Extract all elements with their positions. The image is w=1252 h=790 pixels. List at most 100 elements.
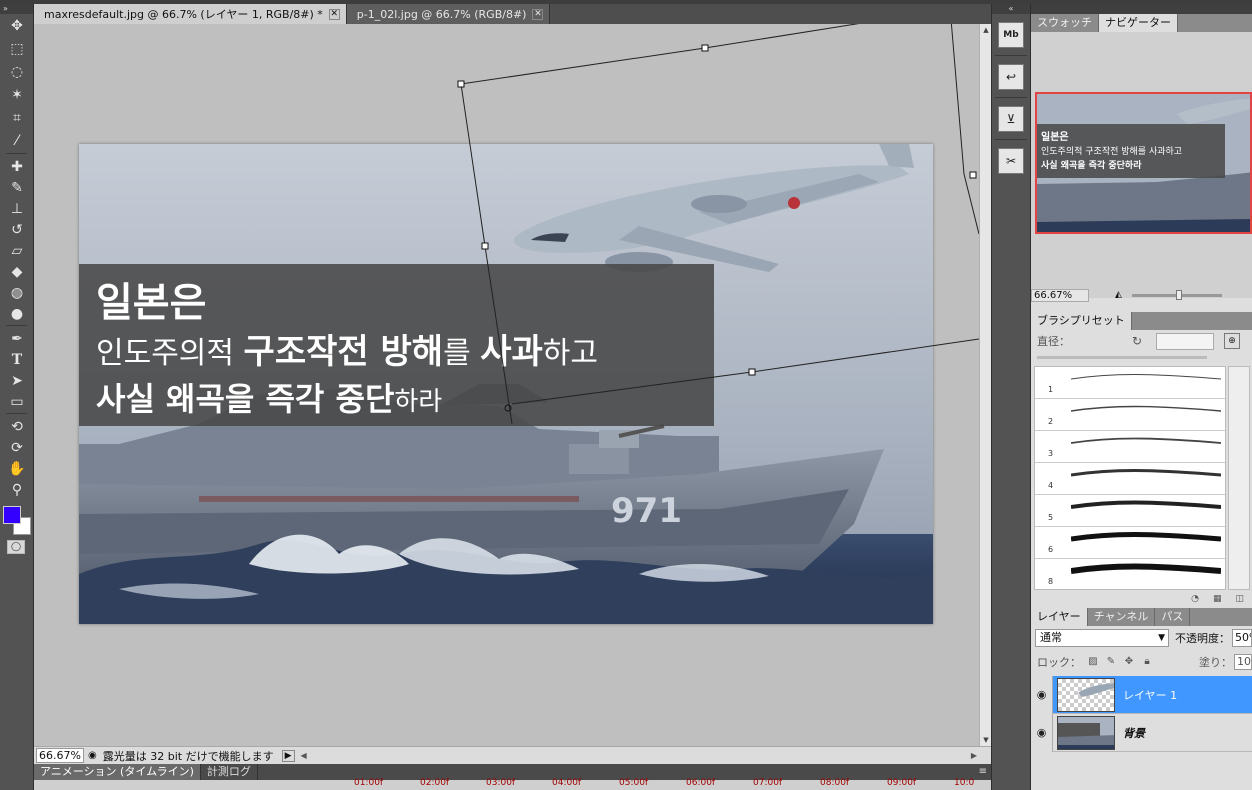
transform-handle[interactable] [969, 171, 977, 179]
tab-maxresdefault[interactable]: maxresdefault.jpg @ 66.7% (レイヤー 1, RGB/8… [34, 4, 347, 24]
tab-layers[interactable]: レイヤー [1031, 608, 1088, 626]
transform-handle[interactable] [481, 242, 489, 250]
layer-name[interactable]: レイヤー 1 [1123, 687, 1177, 703]
clone-stamp-tool-icon[interactable]: ⊥ [5, 199, 29, 219]
list-item[interactable]: 8 [1035, 559, 1225, 591]
dock-grip[interactable]: « [992, 4, 1030, 14]
nav-caption-line-2: 인도주의적 구조작전 방해를 사과하고 [1041, 145, 1182, 157]
navigator-zoom-field[interactable]: 66.67% [1031, 288, 1089, 302]
tab-p-1-02l[interactable]: p-1_02l.jpg @ 66.7% (RGB/8#) ✕ [346, 4, 551, 24]
close-icon[interactable]: ✕ [328, 8, 340, 20]
eye-icon[interactable]: ◉ [1031, 713, 1053, 752]
brush-list-scrollbar[interactable] [1228, 366, 1250, 590]
history-brush-tool-icon[interactable]: ↺ [5, 220, 29, 240]
transform-bounding-box[interactable] [34, 24, 979, 746]
zoom-out-icon[interactable]: ◭ [1115, 290, 1122, 300]
3d-orbit-tool-icon[interactable]: ⟳ [5, 438, 29, 458]
vertical-scrollbar[interactable]: ▲ ▼ [979, 24, 991, 746]
brush-tool-icon[interactable]: ✎ [5, 178, 29, 198]
eraser-tool-icon[interactable]: ▱ [5, 241, 29, 261]
lock-all-icon[interactable]: 🔒︎ [1141, 656, 1153, 668]
close-icon[interactable]: ✕ [532, 8, 544, 20]
clone-source-icon[interactable]: ⊻ [998, 106, 1024, 132]
chevron-down-icon: ▼ [1158, 633, 1165, 643]
crop-tool-icon[interactable]: ⌗ [5, 107, 29, 129]
blend-mode-select[interactable]: 通常 ▼ [1035, 629, 1169, 647]
status-info-icon[interactable]: ◉ [88, 750, 97, 761]
hscroll-right-icon[interactable]: ▶ [971, 751, 977, 760]
timeline-tick: 10:0 [954, 778, 975, 788]
transform-pivot[interactable] [504, 404, 512, 412]
eyedropper-tool-icon[interactable]: ⁄ [5, 130, 29, 152]
reset-diameter-icon[interactable]: ↻ [1132, 334, 1142, 348]
lock-image-icon[interactable]: ✎ [1105, 656, 1117, 668]
list-item[interactable]: 5 [1035, 495, 1225, 527]
type-tool-icon[interactable]: T [5, 350, 29, 370]
rectangle-tool-icon[interactable]: ▭ [5, 392, 29, 412]
layer-row[interactable]: ◉ 背景 [1031, 713, 1252, 752]
new-preset-icon[interactable]: ◫ [1235, 594, 1244, 604]
blur-tool-icon[interactable]: ◍ [5, 283, 29, 303]
eye-icon[interactable]: ◉ [1031, 675, 1053, 714]
path-selection-tool-icon[interactable]: ➤ [5, 371, 29, 391]
transform-handle[interactable] [748, 368, 756, 376]
lock-position-icon[interactable]: ✥ [1123, 656, 1135, 668]
panel-dock: « Mb ↩ ⊻ ✂ [991, 4, 1031, 790]
healing-brush-tool-icon[interactable]: ✚ [5, 157, 29, 177]
list-item[interactable]: 3 [1035, 431, 1225, 463]
transform-handle[interactable] [457, 80, 465, 88]
tab-paths[interactable]: パス [1155, 608, 1191, 626]
quick-mask-icon[interactable]: ◯ [7, 540, 25, 554]
layers-tabs: レイヤー チャンネル パス [1031, 608, 1252, 626]
zoom-tool-icon[interactable]: ⚲ [5, 480, 29, 500]
zoom-level-field[interactable]: 66.67% [36, 748, 84, 763]
navigator-zoom-slider[interactable] [1131, 289, 1222, 300]
mini-bridge-icon[interactable]: Mb [998, 22, 1024, 48]
list-item[interactable]: 6 [1035, 527, 1225, 559]
transform-handle[interactable] [701, 44, 709, 52]
foreground-color-swatch[interactable] [3, 506, 21, 524]
paint-bucket-tool-icon[interactable]: ◆ [5, 262, 29, 282]
timeline-tick: 07:00f [753, 778, 783, 788]
tab-swatches[interactable]: スウォッチ [1031, 14, 1099, 32]
move-tool-icon[interactable]: ✥ [5, 15, 29, 37]
timeline-ruler[interactable]: 01:00f 02:00f 03:00f 04:00f 05:00f 06:00… [34, 778, 991, 790]
pen-tool-icon[interactable]: ✒ [5, 329, 29, 349]
tab-animation-timeline[interactable]: アニメーション (タイムライン) [34, 764, 201, 780]
list-item[interactable]: 2 [1035, 399, 1225, 431]
brush-grid-icon[interactable]: ▦ [1213, 594, 1222, 604]
hand-tool-icon[interactable]: ✋ [5, 459, 29, 479]
tab-channels[interactable]: チャンネル [1088, 608, 1156, 626]
toggle-brush-panel-icon[interactable]: ◔ [1191, 594, 1199, 604]
diameter-field[interactable] [1156, 332, 1215, 350]
tool-presets-icon[interactable]: ✂ [998, 148, 1024, 174]
tab-brush-presets[interactable]: ブラシプリセット [1031, 312, 1132, 330]
brush-presets-panel: ブラシプリセット 直径： ↻ ⊕ 1 2 3 4 5 6 8 ◔ ▦ ◫ [1031, 312, 1252, 612]
diameter-slider[interactable] [1037, 356, 1207, 359]
new-brush-preset-icon[interactable]: ⊕ [1224, 333, 1241, 349]
3d-rotate-tool-icon[interactable]: ⟲ [5, 417, 29, 437]
timeline-tick: 01:00f [354, 778, 384, 788]
canvas-area[interactable]: 971 일본은 인도주의적 구조작전 방해를 사과하고 사실 왜곡을 즉각 중단… [34, 24, 979, 746]
lasso-tool-icon[interactable]: ◌ [5, 61, 29, 83]
panel-menu-icon[interactable]: ≡ [979, 764, 987, 780]
tab-navigator[interactable]: ナビゲーター [1099, 14, 1178, 32]
list-item[interactable]: 4 [1035, 463, 1225, 495]
panel-grip[interactable] [1031, 4, 1252, 14]
tab-measurement-log[interactable]: 計測ログ [201, 764, 258, 780]
layer-row[interactable]: ◉ レイヤー 1 [1031, 675, 1252, 714]
navigator-slider-knob[interactable] [1175, 289, 1182, 300]
navigator-preview[interactable]: 일본은 인도주의적 구조작전 방해를 사과하고 사실 왜곡을 즉각 중단하라 [1035, 92, 1252, 234]
layer-name[interactable]: 背景 [1123, 725, 1145, 741]
toolbar-grip[interactable]: » [0, 4, 33, 14]
list-item[interactable]: 1 [1035, 367, 1225, 399]
hscroll-left-icon[interactable]: ◀ [301, 751, 307, 760]
status-menu-arrow-icon[interactable]: ▶ [281, 749, 295, 762]
history-icon[interactable]: ↩ [998, 64, 1024, 90]
fill-field[interactable]: 100% [1234, 654, 1252, 670]
lock-transparent-icon[interactable]: ▨ [1087, 656, 1099, 668]
magic-wand-tool-icon[interactable]: ✶ [5, 84, 29, 106]
dodge-tool-icon[interactable]: ● [5, 304, 29, 324]
opacity-field[interactable]: 50% [1232, 629, 1252, 647]
marquee-tool-icon[interactable]: ⬚ [5, 38, 29, 60]
